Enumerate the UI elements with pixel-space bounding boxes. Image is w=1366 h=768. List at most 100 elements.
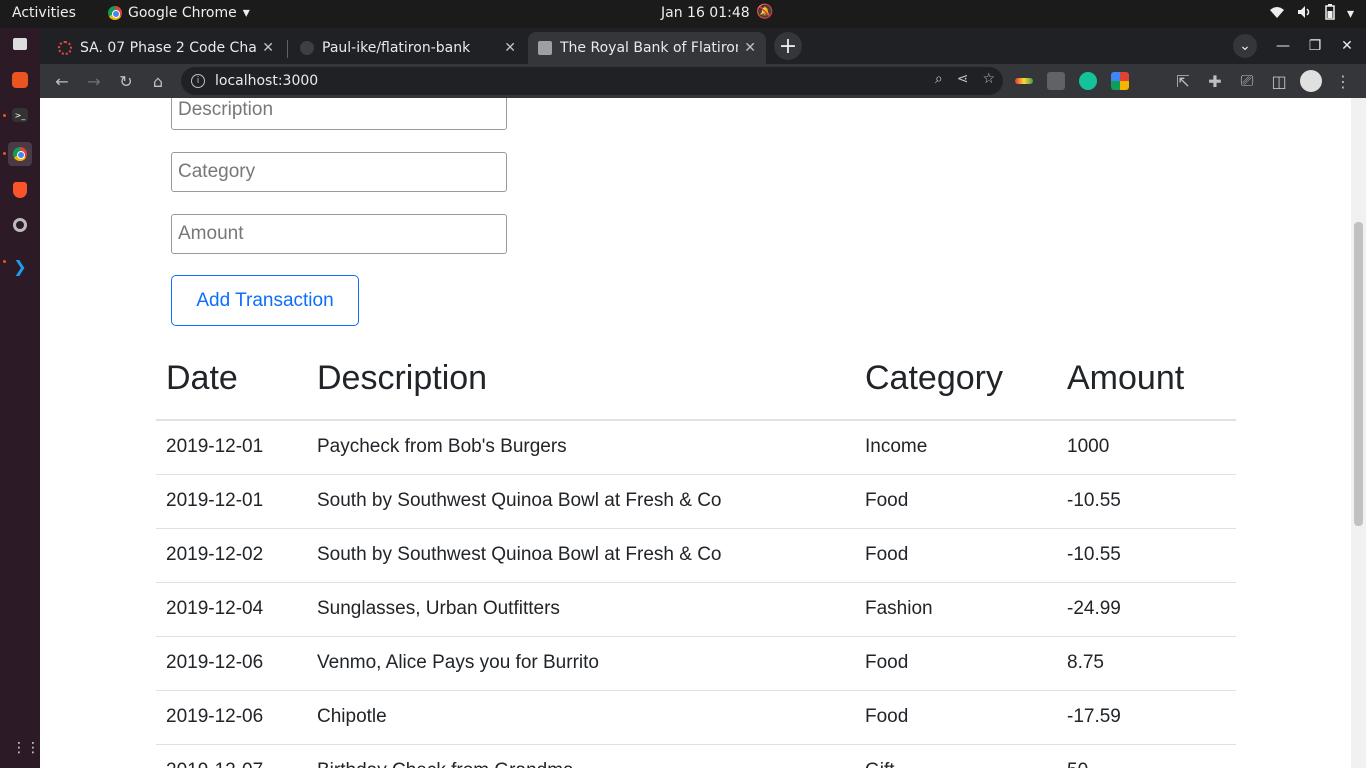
cell-date: 2019-12-01	[156, 420, 307, 475]
cast-icon[interactable]: ⎚	[1235, 69, 1259, 93]
new-tab-button[interactable]: +	[774, 32, 802, 60]
system-top-bar: Activities Google Chrome ▾ Jan 16 01:48 …	[0, 0, 1366, 28]
transactions-table: Date Description Category Amount 2019-12…	[156, 338, 1236, 768]
tab-search-button[interactable]: ⌄	[1233, 34, 1257, 58]
github-icon	[300, 41, 314, 55]
power-menu-caret-icon: ▾	[1346, 6, 1354, 22]
volume-icon	[1297, 5, 1313, 23]
description-input[interactable]	[171, 98, 507, 130]
cell-description: South by Southwest Quinoa Bowl at Fresh …	[307, 474, 855, 529]
cell-description: Paycheck from Bob's Burgers	[307, 420, 855, 475]
notifications-muted-icon: 🔕	[756, 4, 774, 20]
close-tab-icon[interactable]: ✕	[262, 40, 274, 56]
cell-description: Birthday Check from Grandma	[307, 744, 855, 768]
header-description: Description	[307, 338, 855, 421]
caret-down-icon: ▾	[242, 5, 250, 21]
activities-button[interactable]: Activities	[12, 5, 76, 21]
loading-spinner-icon	[58, 41, 72, 55]
close-tab-icon[interactable]: ✕	[504, 40, 516, 56]
close-tab-icon[interactable]: ✕	[744, 40, 756, 56]
tab-royal-bank[interactable]: The Royal Bank of Flatiron ✕	[528, 32, 766, 64]
bookmark-star-icon[interactable]: ☆	[982, 71, 995, 87]
extension-rainbow-icon[interactable]	[1015, 78, 1033, 84]
cell-date: 2019-12-06	[156, 690, 307, 745]
files-icon[interactable]	[13, 38, 27, 50]
grammarly-icon[interactable]	[1079, 72, 1097, 90]
add-transaction-button[interactable]: Add Transaction	[171, 275, 359, 326]
back-button[interactable]: ←	[50, 69, 74, 93]
tab-strip: SA. 07 Phase 2 Code Challe ✕ Paul-ike/fl…	[40, 28, 1366, 64]
tab-title: The Royal Bank of Flatiron	[560, 40, 739, 56]
browser-toolbar: ← → ↻ ⌂ i localhost:3000 ⌕ ⋖ ☆ ⇱ ✚ ⎚ ◫ ⋮	[40, 64, 1366, 98]
cell-date: 2019-12-01	[156, 474, 307, 529]
zoom-icon[interactable]: ⌕	[935, 71, 943, 87]
bank-favicon-icon	[538, 41, 552, 55]
url-text: localhost:3000	[215, 73, 319, 89]
side-panel-icon[interactable]: ◫	[1267, 69, 1291, 93]
tab-github-repo[interactable]: Paul-ike/flatiron-bank ✕	[290, 32, 526, 64]
extensions-puzzle-icon[interactable]: ✚	[1203, 69, 1227, 93]
maximize-button[interactable]: ❐	[1303, 34, 1327, 58]
share-icon[interactable]: ⋖	[957, 71, 969, 87]
tab-title: SA. 07 Phase 2 Code Challe	[80, 40, 257, 56]
cell-date: 2019-12-06	[156, 636, 307, 691]
cell-description: Venmo, Alice Pays you for Burrito	[307, 636, 855, 691]
amount-input[interactable]	[171, 214, 507, 254]
table-row: 2019-12-01 South by Southwest Quinoa Bow…	[156, 474, 1236, 529]
table-row: 2019-12-04 Sunglasses, Urban Outfitters …	[156, 582, 1236, 637]
reload-button[interactable]: ↻	[114, 69, 138, 93]
table-row: 2019-12-02 South by Southwest Quinoa Bow…	[156, 528, 1236, 583]
dock: >_ ❯ ⋮⋮	[0, 28, 40, 768]
category-input[interactable]	[171, 152, 507, 192]
cell-amount: -10.55	[1057, 528, 1236, 583]
cell-category: Food	[855, 474, 1057, 529]
chrome-icon	[13, 147, 27, 161]
screenshot-icon[interactable]	[13, 218, 27, 232]
brave-icon[interactable]	[13, 182, 27, 198]
table-row: 2019-12-06 Venmo, Alice Pays you for Bur…	[156, 636, 1236, 691]
show-apps-icon[interactable]: ⋮⋮	[12, 740, 40, 756]
cell-amount: -24.99	[1057, 582, 1236, 637]
page-scrollbar[interactable]	[1351, 98, 1366, 768]
cell-category: Fashion	[855, 582, 1057, 637]
header-date: Date	[156, 338, 307, 421]
table-header-row: Date Description Category Amount	[156, 338, 1236, 421]
app-menu[interactable]: Google Chrome ▾	[108, 5, 250, 21]
software-icon[interactable]	[12, 72, 28, 88]
clock[interactable]: Jan 16 01:48	[661, 5, 750, 21]
minimize-button[interactable]: —	[1271, 34, 1295, 58]
table-row: 2019-12-06 Chipotle Food -17.59	[156, 690, 1236, 745]
running-indicator	[3, 152, 6, 155]
site-info-icon[interactable]: i	[191, 74, 205, 88]
cell-description: Chipotle	[307, 690, 855, 745]
cell-category: Food	[855, 636, 1057, 691]
cell-amount: -17.59	[1057, 690, 1236, 745]
cell-description: Sunglasses, Urban Outfitters	[307, 582, 855, 637]
tab-code-challenge[interactable]: SA. 07 Phase 2 Code Challe ✕	[48, 32, 284, 64]
cell-amount: 50	[1057, 744, 1236, 768]
extension-google-icon[interactable]	[1111, 72, 1129, 90]
app-menu-label: Google Chrome	[128, 5, 237, 21]
chrome-icon	[108, 6, 122, 20]
address-bar[interactable]: i localhost:3000 ⌕ ⋖ ☆	[181, 67, 1003, 95]
cell-date: 2019-12-02	[156, 528, 307, 583]
chrome-dock-icon[interactable]	[8, 142, 32, 166]
battery-icon	[1325, 4, 1335, 24]
extension-arrow-icon[interactable]: ⇱	[1171, 69, 1195, 93]
home-button[interactable]: ⌂	[146, 69, 170, 93]
chrome-menu-icon[interactable]: ⋮	[1331, 69, 1355, 93]
wifi-icon	[1269, 5, 1285, 23]
forward-button[interactable]: →	[82, 69, 106, 93]
system-tray[interactable]: ▾	[1269, 4, 1354, 24]
table-row: 2019-12-01 Paycheck from Bob's Burgers I…	[156, 420, 1236, 475]
cell-amount: 8.75	[1057, 636, 1236, 691]
terminal-icon[interactable]: >_	[12, 108, 28, 122]
extension-dots-icon[interactable]	[1047, 72, 1065, 90]
vscode-icon[interactable]: ❯	[8, 254, 32, 278]
scrollbar-thumb[interactable]	[1354, 222, 1363, 526]
header-amount: Amount	[1057, 338, 1236, 421]
profile-avatar[interactable]	[1299, 69, 1323, 93]
cell-category: Food	[855, 690, 1057, 745]
page-viewport: Add Transaction Date Description Categor…	[40, 98, 1366, 768]
close-window-button[interactable]: ✕	[1335, 34, 1359, 58]
